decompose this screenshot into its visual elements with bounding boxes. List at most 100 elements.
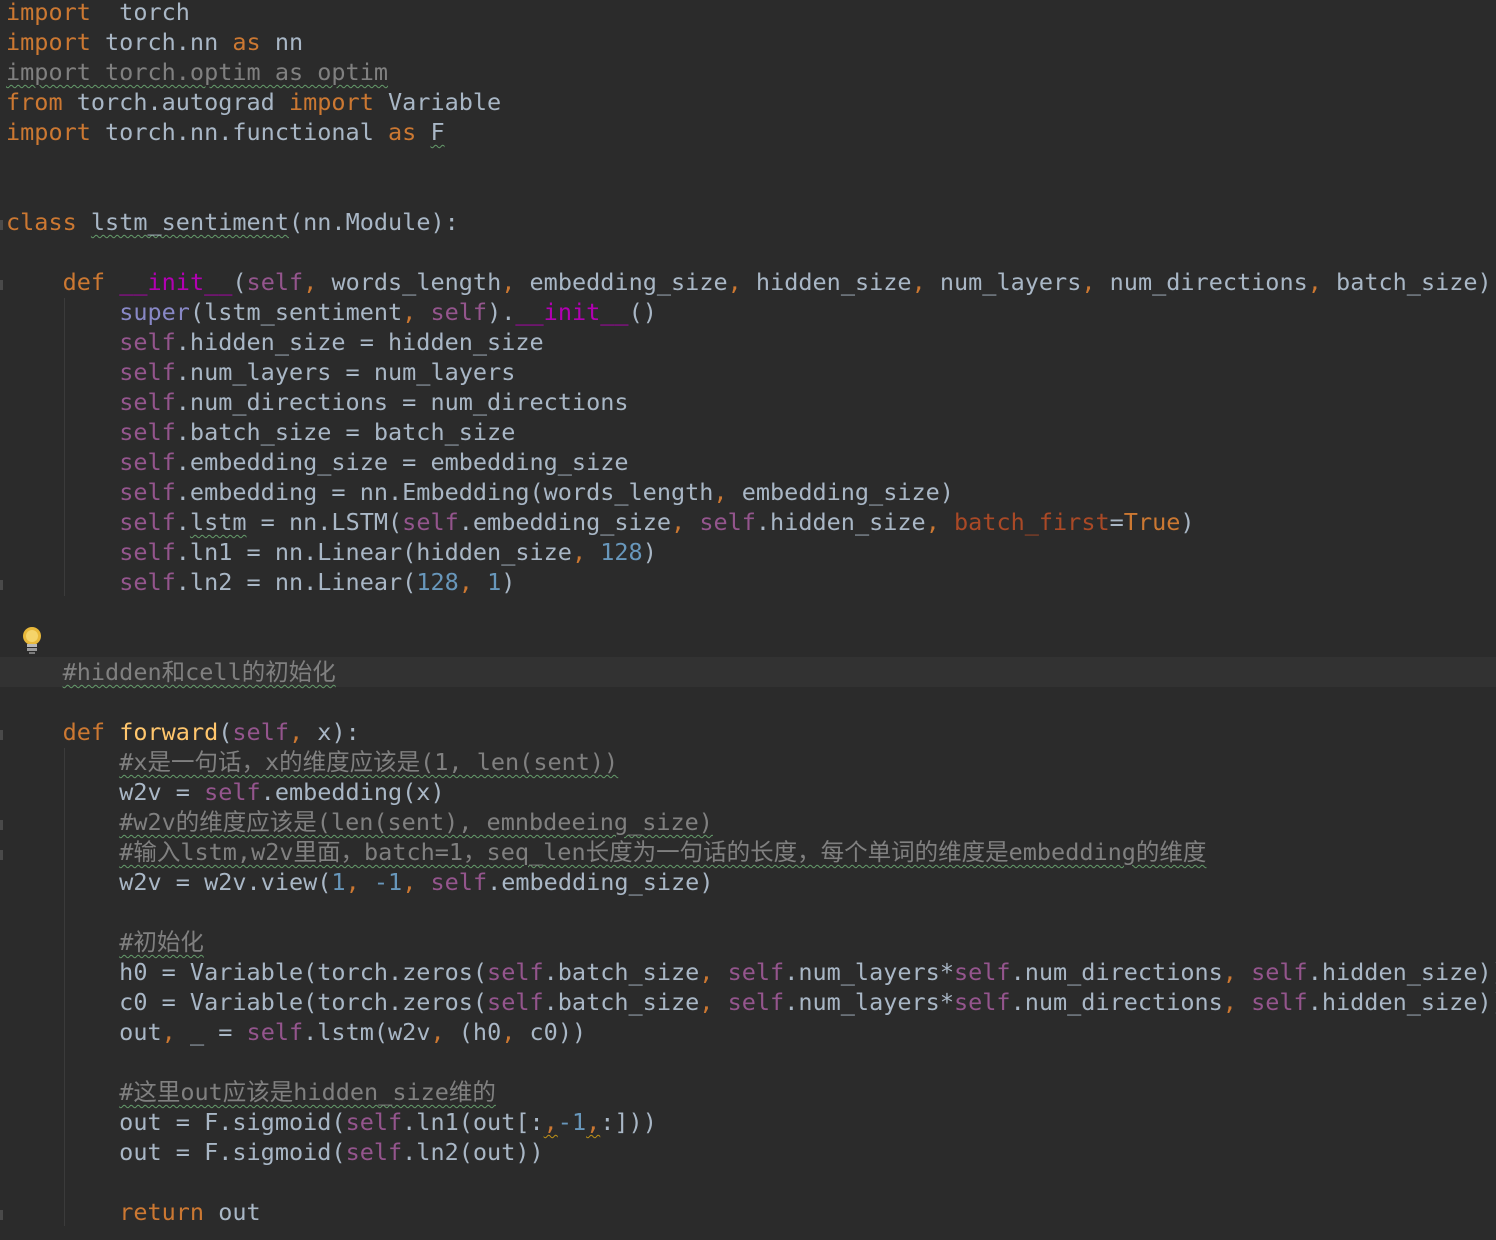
code-token: ,	[571, 538, 587, 566]
code-line[interactable]: w2v = self.embedding(x)	[6, 777, 1496, 807]
code-line[interactable]: import torch	[6, 0, 1496, 27]
code-line[interactable]: class lstm_sentiment(nn.Module):	[6, 207, 1496, 237]
code-token: nn	[260, 28, 304, 56]
code-line[interactable]: import torch.nn as nn	[6, 27, 1496, 57]
code-line[interactable]: return out	[6, 1197, 1496, 1227]
code-token: ,	[1081, 268, 1096, 296]
code-line[interactable]: self.hidden_size = hidden_size	[6, 327, 1496, 357]
code-token: ,	[586, 1108, 601, 1136]
code-token: return	[119, 1198, 205, 1226]
code-token: c0))	[515, 1018, 587, 1046]
code-line[interactable]: #w2v的维度应该是(len(sent), emnbdeeing_size)	[6, 807, 1496, 837]
code-token: .lstm(w2v	[303, 1018, 431, 1046]
code-line[interactable]: self.embedding_size = embedding_size	[6, 447, 1496, 477]
code-line[interactable]: self.num_layers = num_layers	[6, 357, 1496, 387]
fold-marker[interactable]	[0, 730, 3, 740]
code-token: ,	[303, 268, 318, 296]
code-token: out	[6, 1018, 162, 1046]
code-line[interactable]: out = F.sigmoid(self.ln1(out[:,-1,:]))	[6, 1107, 1496, 1137]
code-token: )	[642, 538, 657, 566]
code-line[interactable]: def __init__(self, words_length, embeddi…	[6, 267, 1496, 297]
fold-marker[interactable]	[0, 580, 3, 590]
code-token: ).	[487, 298, 516, 326]
code-token: lstm	[189, 508, 247, 536]
code-token: .batch_size	[543, 988, 700, 1016]
code-line[interactable]: #输入lstm,w2v里面，batch=1，seq_len长度为一句话的长度，每…	[6, 837, 1496, 867]
code-token: ,	[925, 508, 940, 536]
code-token: self	[119, 388, 176, 416]
code-token: .num_directions	[1010, 988, 1223, 1016]
lightbulb-icon[interactable]	[20, 625, 44, 655]
code-token: def	[62, 718, 106, 746]
code-token: self	[487, 958, 544, 986]
fold-marker[interactable]	[0, 280, 3, 290]
code-token: .hidden_size))	[1307, 988, 1496, 1016]
code-token: self	[119, 418, 176, 446]
code-token: .ln1(out[:	[402, 1108, 544, 1136]
code-token: (h0	[444, 1018, 502, 1046]
code-token: ,	[161, 1018, 176, 1046]
code-editor[interactable]: import torch import torch.nn as nn import …	[0, 0, 1496, 1240]
code-token: batch_first	[954, 508, 1110, 536]
code-token: x):	[303, 718, 360, 746]
code-line[interactable]: self.num_directions = num_directions	[6, 387, 1496, 417]
code-token: ,	[727, 268, 742, 296]
code-token: .	[175, 508, 190, 536]
code-line[interactable]: import torch.optim as optim	[6, 57, 1496, 87]
code-token: #w2v的维度应该是(len(sent), emnbdeeing_size)	[119, 808, 713, 836]
code-line[interactable]: w2v = w2v.view(1, -1, self.embedding_siz…	[6, 867, 1496, 897]
code-line[interactable]: self.embedding = nn.Embedding(words_leng…	[6, 477, 1496, 507]
code-line[interactable]: #初始化	[6, 927, 1496, 957]
code-token: self	[232, 718, 289, 746]
code-token: .hidden_size	[755, 508, 926, 536]
code-line[interactable]: self.lstm = nn.LSTM(self.embedding_size,…	[6, 507, 1496, 537]
code-line[interactable]: from torch.autograd import Variable	[6, 87, 1496, 117]
code-token: ,	[289, 718, 304, 746]
code-token: .embedding(x)	[260, 778, 445, 806]
code-token: self	[430, 868, 488, 896]
code-line[interactable]: super(lstm_sentiment, self).__init__()	[6, 297, 1496, 327]
code-token: )	[501, 568, 516, 596]
code-line[interactable]: #这里out应该是hidden_size维的	[6, 1077, 1496, 1107]
code-token: .ln2(out))	[402, 1138, 544, 1166]
code-line[interactable]: out, _ = self.lstm(w2v, (h0, c0))	[6, 1017, 1496, 1047]
code-token: batch_size):	[1321, 268, 1496, 296]
code-line[interactable]: h0 = Variable(torch.zeros(self.batch_siz…	[6, 957, 1496, 987]
fold-marker[interactable]	[0, 220, 3, 230]
code-token: self	[119, 568, 176, 596]
code-token: #hidden和cell的初始化	[62, 658, 336, 686]
code-token: ,	[402, 298, 417, 326]
fold-marker[interactable]	[0, 850, 3, 860]
code-line[interactable]: self.ln2 = nn.Linear(128, 1)	[6, 567, 1496, 597]
code-line[interactable]: import torch.nn.functional as F	[6, 117, 1496, 147]
code-token: torch.autograd	[62, 88, 289, 116]
code-token: #初始化	[119, 928, 204, 956]
code-token: out = F.sigmoid(	[6, 1138, 346, 1166]
code-line[interactable]: #x是一句话，x的维度应该是(1, len(sent))	[6, 747, 1496, 777]
code-token: embedding_size)	[727, 478, 954, 506]
fold-marker[interactable]	[0, 820, 3, 830]
code-line[interactable]: #hidden和cell的初始化	[0, 657, 1496, 687]
code-line[interactable]: self.ln1 = nn.Linear(hidden_size, 128)	[6, 537, 1496, 567]
code-line[interactable]: self.batch_size = batch_size	[6, 417, 1496, 447]
code-token: c0 = Variable(torch.zeros(	[6, 988, 488, 1016]
code-line[interactable]: c0 = Variable(torch.zeros(self.batch_siz…	[6, 987, 1496, 1017]
code-token: (	[218, 718, 233, 746]
code-token: ,	[458, 568, 473, 596]
code-line[interactable]: def forward(self, x):	[6, 717, 1496, 747]
code-token: self	[119, 508, 176, 536]
code-line[interactable]: out = F.sigmoid(self.ln2(out))	[6, 1137, 1496, 1167]
fold-marker[interactable]	[0, 1210, 3, 1220]
code-token: .embedding_size)	[487, 868, 714, 896]
